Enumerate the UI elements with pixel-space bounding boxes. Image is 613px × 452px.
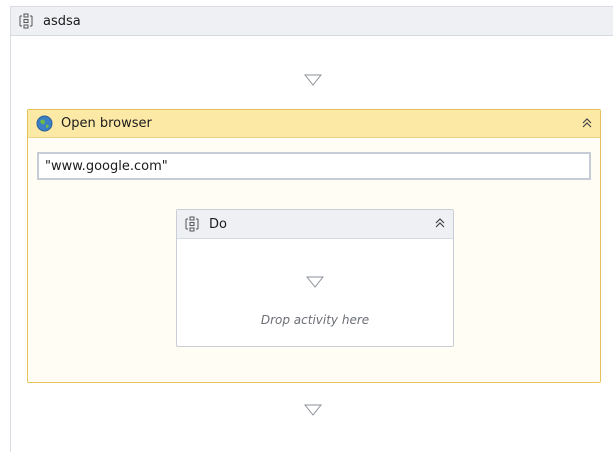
- url-field[interactable]: "www.google.com": [37, 152, 591, 180]
- sequence-icon: [17, 12, 35, 30]
- sequence-icon: [183, 215, 201, 233]
- drop-target-arrow-icon[interactable]: [304, 74, 322, 86]
- do-header[interactable]: Do: [177, 210, 453, 239]
- drop-target-arrow-icon[interactable]: [304, 404, 322, 416]
- sequence-header[interactable]: asdsa: [11, 7, 613, 36]
- sequence-title: asdsa: [43, 13, 81, 29]
- do-container[interactable]: Do Drop activity here: [176, 209, 454, 347]
- open-browser-title: Open browser: [61, 116, 152, 131]
- open-browser-activity[interactable]: Open browser "www.google.com" Do Drop ac…: [27, 109, 601, 383]
- drop-target-arrow-icon[interactable]: [306, 276, 324, 288]
- double-chevron-up-icon[interactable]: [579, 115, 595, 131]
- sequence-container: asdsa Open browser "www.google.com" Do D…: [10, 6, 613, 452]
- double-chevron-up-icon[interactable]: [432, 215, 448, 231]
- globe-icon: [35, 115, 53, 133]
- drop-activity-hint: Drop activity here: [260, 313, 370, 327]
- open-browser-header[interactable]: Open browser: [28, 110, 600, 138]
- do-title: Do: [209, 216, 227, 232]
